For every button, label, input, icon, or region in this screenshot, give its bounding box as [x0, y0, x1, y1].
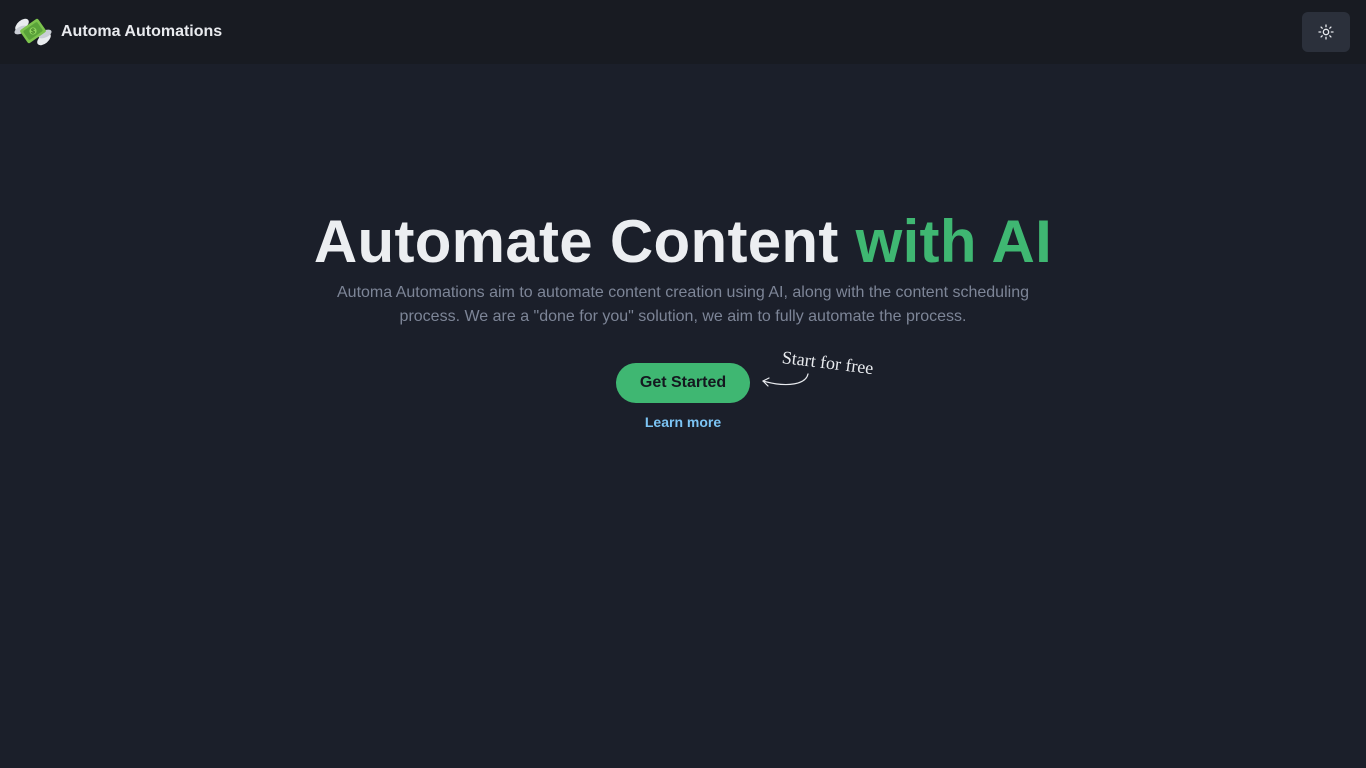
- money-with-wings-icon: $: [14, 18, 52, 46]
- learn-more-link[interactable]: Learn more: [583, 414, 783, 430]
- sun-icon: [1318, 24, 1334, 40]
- brand-link[interactable]: $ Automa Automations: [14, 13, 222, 51]
- theme-toggle-button[interactable]: [1302, 12, 1350, 52]
- hero-title-accent: with AI: [855, 208, 1053, 275]
- hero-title-main: Automate Content: [313, 208, 856, 275]
- hero-section: Automate Content with AI Automa Automati…: [0, 64, 1366, 768]
- get-started-button[interactable]: Get Started: [616, 363, 750, 403]
- top-navbar: $ Automa Automations: [0, 0, 1366, 64]
- brand-name: Automa Automations: [61, 23, 223, 40]
- hero-title: Automate Content with AI: [0, 207, 1366, 277]
- hero-description: Automa Automations aim to automate conte…: [337, 284, 1029, 325]
- curved-arrow-icon: [762, 373, 809, 387]
- svg-text:$: $: [31, 29, 35, 36]
